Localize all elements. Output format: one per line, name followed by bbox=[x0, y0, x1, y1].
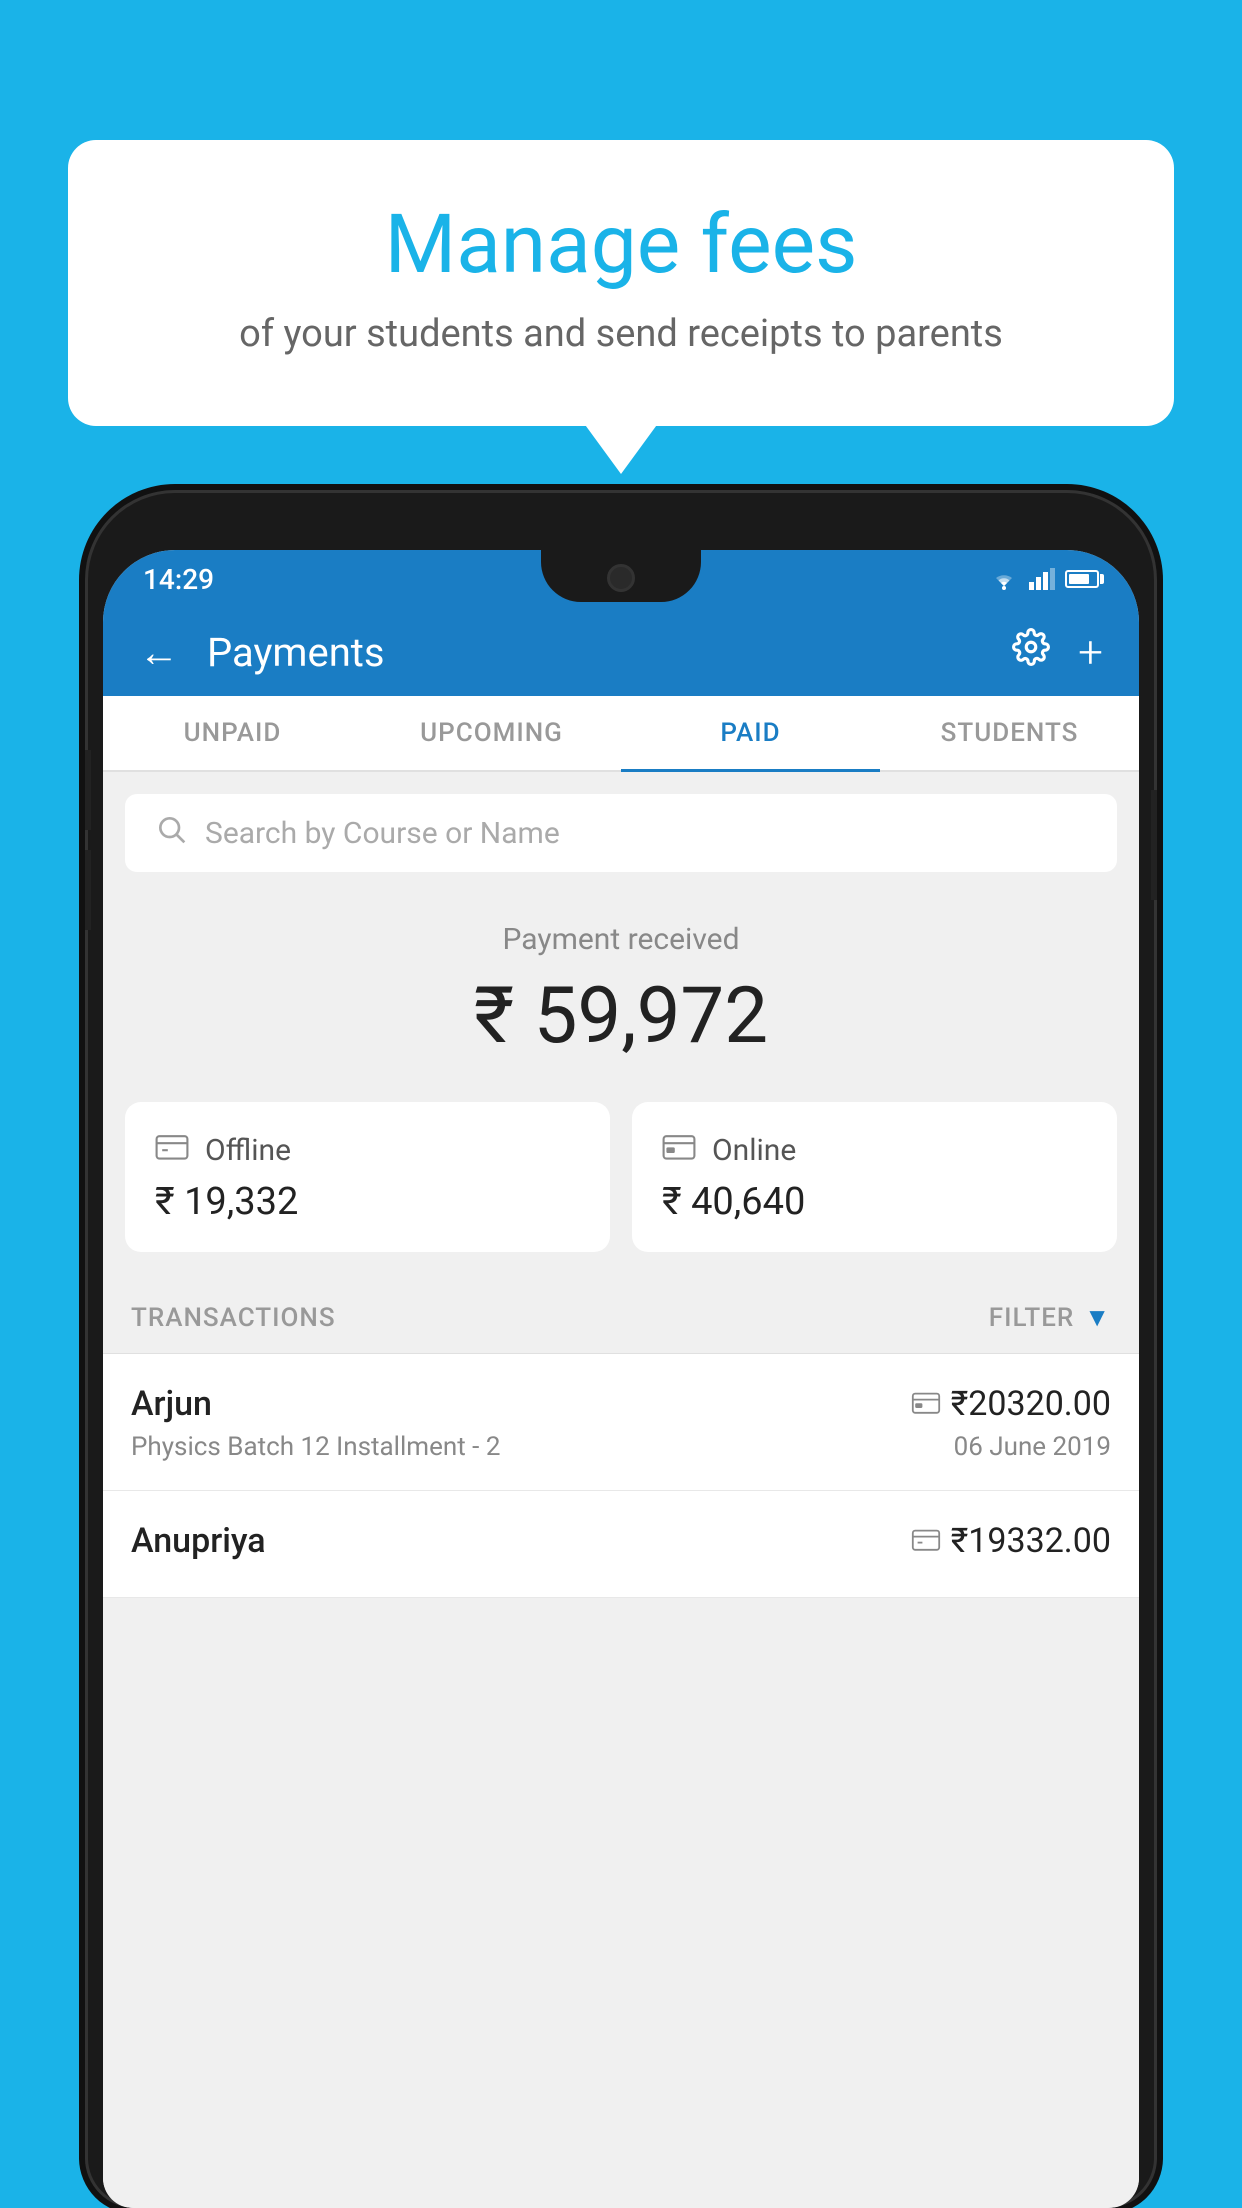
filter-button[interactable]: FILTER ▼ bbox=[989, 1302, 1111, 1333]
speech-bubble: Manage fees of your students and send re… bbox=[68, 140, 1174, 426]
transactions-header: TRANSACTIONS FILTER ▼ bbox=[103, 1282, 1139, 1354]
bubble-title: Manage fees bbox=[148, 200, 1094, 290]
transaction-course: Physics Batch 12 Installment - 2 bbox=[131, 1432, 500, 1462]
notch bbox=[541, 550, 701, 602]
offline-card-type: Offline bbox=[205, 1133, 291, 1168]
back-button[interactable]: ← bbox=[139, 629, 179, 676]
search-icon bbox=[155, 813, 187, 853]
signal-icon bbox=[1029, 568, 1055, 590]
power-button bbox=[1151, 790, 1157, 900]
transaction-top: Anupriya ₹19332.00 bbox=[131, 1521, 1111, 1561]
tab-students[interactable]: STUDENTS bbox=[880, 696, 1139, 772]
offline-card-header: Offline bbox=[155, 1132, 580, 1168]
status-time: 14:29 bbox=[143, 563, 214, 596]
transaction-card-icon bbox=[911, 1388, 941, 1421]
tab-paid[interactable]: PAID bbox=[621, 696, 880, 772]
transaction-row[interactable]: Anupriya ₹19332.00 bbox=[103, 1491, 1139, 1598]
transaction-name: Arjun bbox=[131, 1384, 212, 1424]
volume-up-button bbox=[85, 750, 91, 830]
online-card-header: Online bbox=[662, 1132, 1087, 1168]
battery-icon bbox=[1065, 570, 1099, 588]
online-card-type: Online bbox=[712, 1133, 796, 1168]
transaction-offline-icon bbox=[911, 1525, 941, 1558]
filter-label: FILTER bbox=[989, 1303, 1074, 1333]
phone-screen: 14:29 bbox=[103, 550, 1139, 2208]
transaction-amount-wrap: ₹20320.00 bbox=[911, 1384, 1111, 1424]
online-card-amount: ₹ 40,640 bbox=[662, 1180, 1087, 1224]
transaction-row[interactable]: Arjun ₹20320.00 Physics Batch 1 bbox=[103, 1354, 1139, 1491]
main-content: Search by Course or Name Payment receive… bbox=[103, 772, 1139, 2208]
search-bar[interactable]: Search by Course or Name bbox=[125, 794, 1117, 872]
payment-received-label: Payment received bbox=[103, 922, 1139, 957]
transaction-name: Anupriya bbox=[131, 1521, 266, 1561]
speech-bubble-container: Manage fees of your students and send re… bbox=[68, 140, 1174, 426]
tab-unpaid[interactable]: UNPAID bbox=[103, 696, 362, 772]
transactions-label: TRANSACTIONS bbox=[131, 1303, 336, 1333]
transaction-amount: ₹19332.00 bbox=[951, 1521, 1111, 1561]
settings-button[interactable] bbox=[1012, 628, 1050, 676]
app-header: ← Payments + bbox=[103, 608, 1139, 696]
payment-received-amount: ₹ 59,972 bbox=[103, 971, 1139, 1062]
filter-icon: ▼ bbox=[1084, 1302, 1111, 1333]
transaction-amount: ₹20320.00 bbox=[951, 1384, 1111, 1424]
wifi-icon bbox=[989, 568, 1019, 590]
header-title: Payments bbox=[207, 629, 1012, 676]
volume-down-button bbox=[85, 850, 91, 930]
search-placeholder: Search by Course or Name bbox=[205, 816, 560, 851]
offline-payment-card: Offline ₹ 19,332 bbox=[125, 1102, 610, 1252]
payment-cards: Offline ₹ 19,332 Online bbox=[103, 1102, 1139, 1282]
bubble-subtitle: of your students and send receipts to pa… bbox=[148, 312, 1094, 356]
payment-received-section: Payment received ₹ 59,972 bbox=[103, 872, 1139, 1102]
header-icons: + bbox=[1012, 626, 1103, 678]
tabs-bar: UNPAID UPCOMING PAID STUDENTS bbox=[103, 696, 1139, 772]
phone-frame: 14:29 bbox=[85, 490, 1157, 2208]
offline-card-amount: ₹ 19,332 bbox=[155, 1180, 580, 1224]
transaction-date: 06 June 2019 bbox=[954, 1432, 1111, 1462]
online-payment-card: Online ₹ 40,640 bbox=[632, 1102, 1117, 1252]
camera bbox=[607, 564, 635, 592]
add-button[interactable]: + bbox=[1078, 626, 1103, 678]
transaction-amount-wrap: ₹19332.00 bbox=[911, 1521, 1111, 1561]
status-icons bbox=[989, 568, 1099, 590]
transaction-bottom: Physics Batch 12 Installment - 2 06 June… bbox=[131, 1432, 1111, 1462]
tab-upcoming[interactable]: UPCOMING bbox=[362, 696, 621, 772]
transaction-top: Arjun ₹20320.00 bbox=[131, 1384, 1111, 1424]
online-card-icon bbox=[662, 1132, 696, 1168]
offline-card-icon bbox=[155, 1132, 189, 1168]
